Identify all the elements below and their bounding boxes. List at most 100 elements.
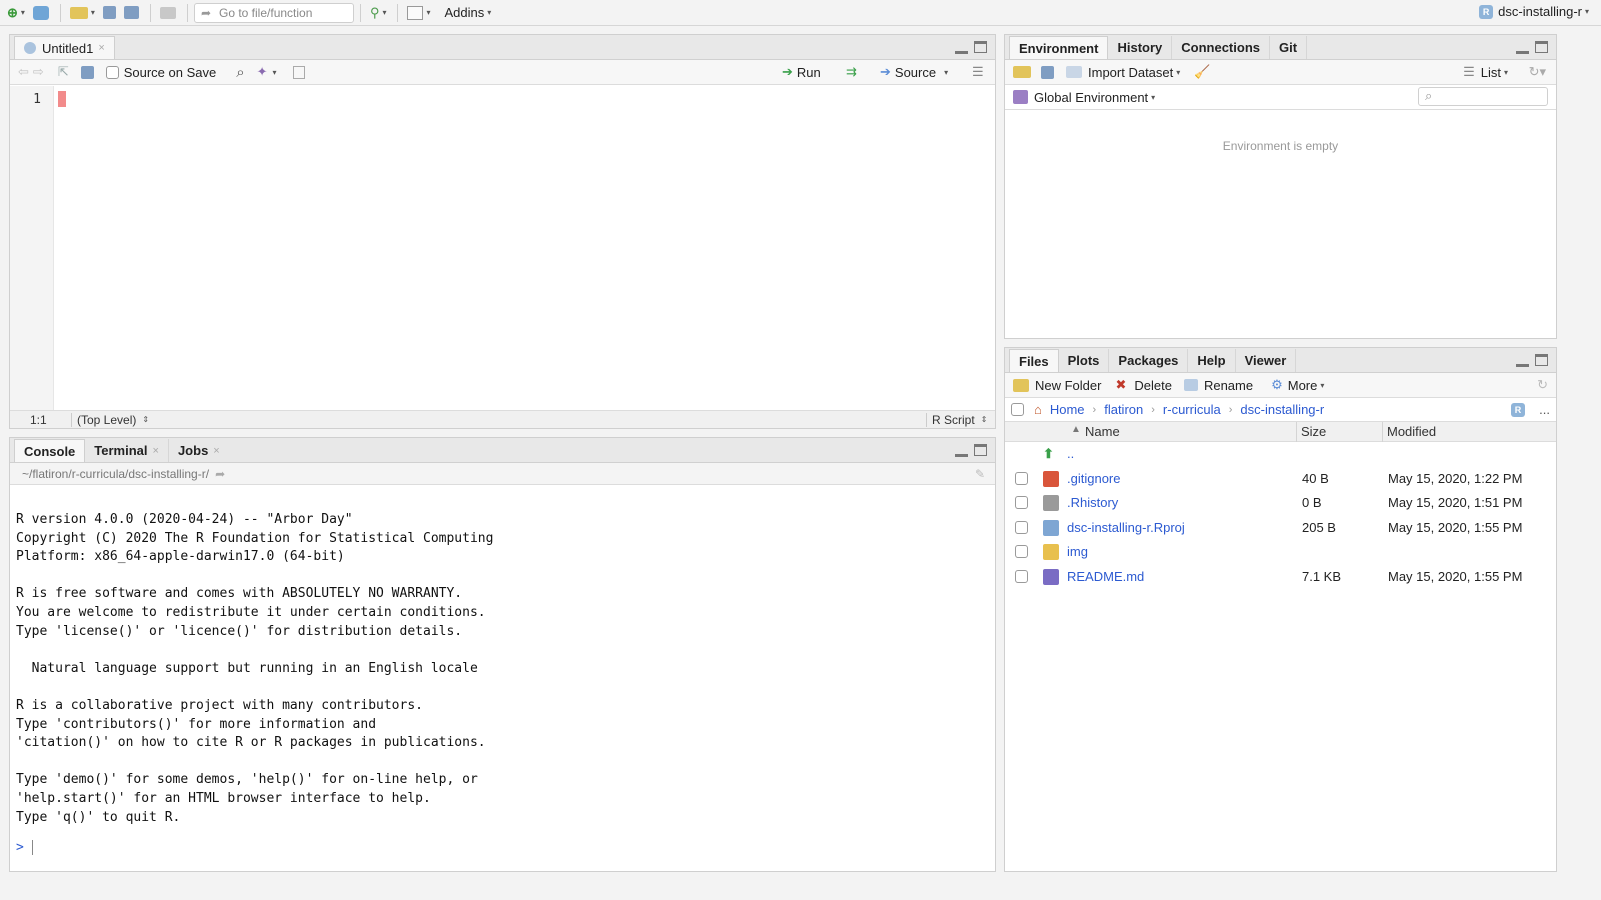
file-row[interactable]: img [1005, 540, 1556, 565]
save-workspace-icon[interactable] [1041, 65, 1054, 79]
parent-directory-link[interactable]: .. [1067, 446, 1074, 461]
column-modified[interactable]: Modified [1387, 424, 1436, 439]
file-row[interactable]: dsc-installing-r.Rproj 205 B May 15, 2020,… [1005, 516, 1556, 541]
go-to-directory-icon[interactable]: ➦ [215, 467, 225, 481]
search-icon[interactable]: ⌕ [236, 64, 244, 81]
save-icon[interactable] [80, 65, 94, 79]
file-row[interactable]: .gitignore 40 B May 15, 2020, 1:22 PM [1005, 467, 1556, 492]
compile-report-icon[interactable] [292, 65, 305, 79]
console-prompt[interactable]: > [16, 840, 33, 855]
tab-console[interactable]: Console [14, 439, 86, 462]
console-line: R is a collaborative project with many c… [16, 697, 423, 713]
r-project-icon: R [1479, 4, 1494, 19]
breadcrumb-flatiron[interactable]: flatiron [1104, 402, 1143, 417]
outline-icon[interactable]: ☰ [972, 64, 984, 80]
file-row[interactable]: README.md 7.1 KB May 15, 2020, 1:55 PM [1005, 565, 1556, 590]
tab-help[interactable]: Help [1188, 349, 1236, 372]
tab-jobs[interactable]: Jobs × [169, 439, 229, 462]
breadcrumb-home[interactable]: Home [1050, 402, 1085, 417]
vcs-button[interactable]: ⚲ ▾ [367, 3, 390, 23]
import-dataset-button[interactable]: Import Dataset ▾ [1066, 65, 1180, 80]
close-icon[interactable]: × [213, 445, 219, 457]
tab-untitled1[interactable]: Untitled1 × [14, 36, 115, 59]
new-folder-button[interactable]: New Folder [1013, 378, 1101, 393]
maximize-icon[interactable] [974, 444, 987, 456]
minimize-icon[interactable] [1516, 41, 1529, 54]
maximize-icon[interactable] [1535, 41, 1548, 53]
column-size[interactable]: Size [1301, 424, 1326, 439]
magic-wand-icon[interactable]: ✦ [257, 64, 268, 80]
save-button[interactable] [100, 3, 119, 23]
clear-console-icon[interactable]: ✎ [975, 467, 985, 481]
tab-git[interactable]: Git [1270, 36, 1308, 59]
tab-terminal[interactable]: Terminal × [85, 439, 169, 462]
load-workspace-icon[interactable] [1013, 66, 1031, 78]
pane-layout-button[interactable]: ▾ [404, 3, 433, 23]
global-environment-selector[interactable]: Global Environment ▾ [1013, 90, 1155, 105]
forward-arrow-icon[interactable]: ⇨ [33, 64, 44, 80]
refresh-icon[interactable]: ↻▾ [1529, 64, 1546, 80]
file-checkbox[interactable] [1015, 520, 1028, 534]
environment-search-input[interactable]: ⌕ [1418, 87, 1548, 106]
delete-button[interactable]: ✖ Delete [1115, 377, 1171, 393]
minimize-icon[interactable] [1516, 354, 1529, 367]
minimize-icon[interactable] [955, 41, 968, 54]
tab-environment[interactable]: Environment [1009, 36, 1109, 59]
broom-icon[interactable]: 🧹 [1194, 64, 1210, 80]
scope-selector[interactable]: (Top Level) ⇕ [77, 413, 149, 427]
code-editor[interactable]: 1 [10, 86, 995, 410]
rename-button[interactable]: Rename [1183, 378, 1253, 393]
file-checkbox[interactable] [1015, 496, 1028, 509]
file-row[interactable]: .Rhistory 0 B May 15, 2020, 1:51 PM [1005, 491, 1556, 516]
tab-files[interactable]: Files [1009, 349, 1059, 372]
column-name[interactable]: Name [1085, 424, 1120, 439]
rerun-icon[interactable]: ⇉ [846, 64, 857, 80]
more-dots-button[interactable]: ... [1539, 402, 1550, 417]
show-in-window-icon[interactable]: ⇱ [58, 64, 69, 80]
close-icon[interactable]: × [98, 42, 104, 54]
select-all-checkbox[interactable] [1011, 403, 1024, 416]
parent-directory-icon: ⬆ [1043, 446, 1054, 461]
file-name-link[interactable]: dsc-installing-r.Rproj [1067, 520, 1185, 535]
new-file-button[interactable]: ⊕ ▾ [4, 3, 28, 23]
more-button[interactable]: ⚙ More ▾ [1271, 377, 1324, 393]
file-type-selector[interactable]: R Script ⇕ [932, 413, 987, 427]
close-icon[interactable]: × [153, 445, 159, 457]
back-arrow-icon[interactable]: ⇦ [18, 64, 29, 80]
file-name-link[interactable]: img [1067, 544, 1088, 559]
maximize-icon[interactable] [1535, 354, 1548, 366]
breadcrumb-r-curricula[interactable]: r-curricula [1163, 402, 1221, 417]
tab-connections[interactable]: Connections [1172, 36, 1270, 59]
file-name-link[interactable]: README.md [1067, 569, 1144, 584]
run-button[interactable]: ➔ Run [782, 64, 821, 80]
file-name-link[interactable]: .Rhistory [1067, 495, 1118, 510]
minimize-icon[interactable] [955, 444, 968, 457]
home-icon[interactable]: ⌂ [1034, 402, 1042, 417]
file-name-link[interactable]: .gitignore [1067, 471, 1120, 486]
tab-plots[interactable]: Plots [1059, 349, 1110, 372]
console-line: R is free software and comes with ABSOLU… [16, 586, 463, 602]
file-checkbox[interactable] [1015, 471, 1028, 485]
save-all-button[interactable] [121, 3, 142, 23]
source-button[interactable]: ➔ Source ▾ [880, 64, 948, 80]
source-on-save-checkbox[interactable] [105, 65, 119, 79]
project-menu[interactable]: Rdsc-installing-r ▾ [1479, 4, 1589, 19]
gitignore-icon [1043, 470, 1059, 487]
tab-history[interactable]: History [1108, 36, 1173, 59]
addins-menu[interactable]: Addins ▾ [442, 3, 495, 23]
tab-viewer[interactable]: Viewer [1236, 349, 1297, 372]
goto-file-input[interactable]: ➦ Go to file/function [193, 2, 354, 23]
file-checkbox[interactable] [1015, 569, 1028, 583]
refresh-icon[interactable]: ↻ [1537, 377, 1548, 393]
r-file-icon [24, 42, 36, 54]
file-row-parent[interactable]: ⬆.. [1005, 442, 1556, 467]
tab-packages[interactable]: Packages [1109, 349, 1189, 372]
go-to-project-icon[interactable]: R [1511, 402, 1525, 417]
print-button[interactable] [157, 3, 179, 23]
new-project-button[interactable] [30, 3, 52, 23]
file-checkbox[interactable] [1015, 545, 1028, 558]
breadcrumb-dsc-installing-r[interactable]: dsc-installing-r [1240, 402, 1324, 417]
view-mode-selector[interactable]: ☰ List ▾ [1463, 64, 1508, 80]
open-file-button[interactable]: ▾ [67, 3, 98, 23]
maximize-icon[interactable] [974, 41, 987, 53]
